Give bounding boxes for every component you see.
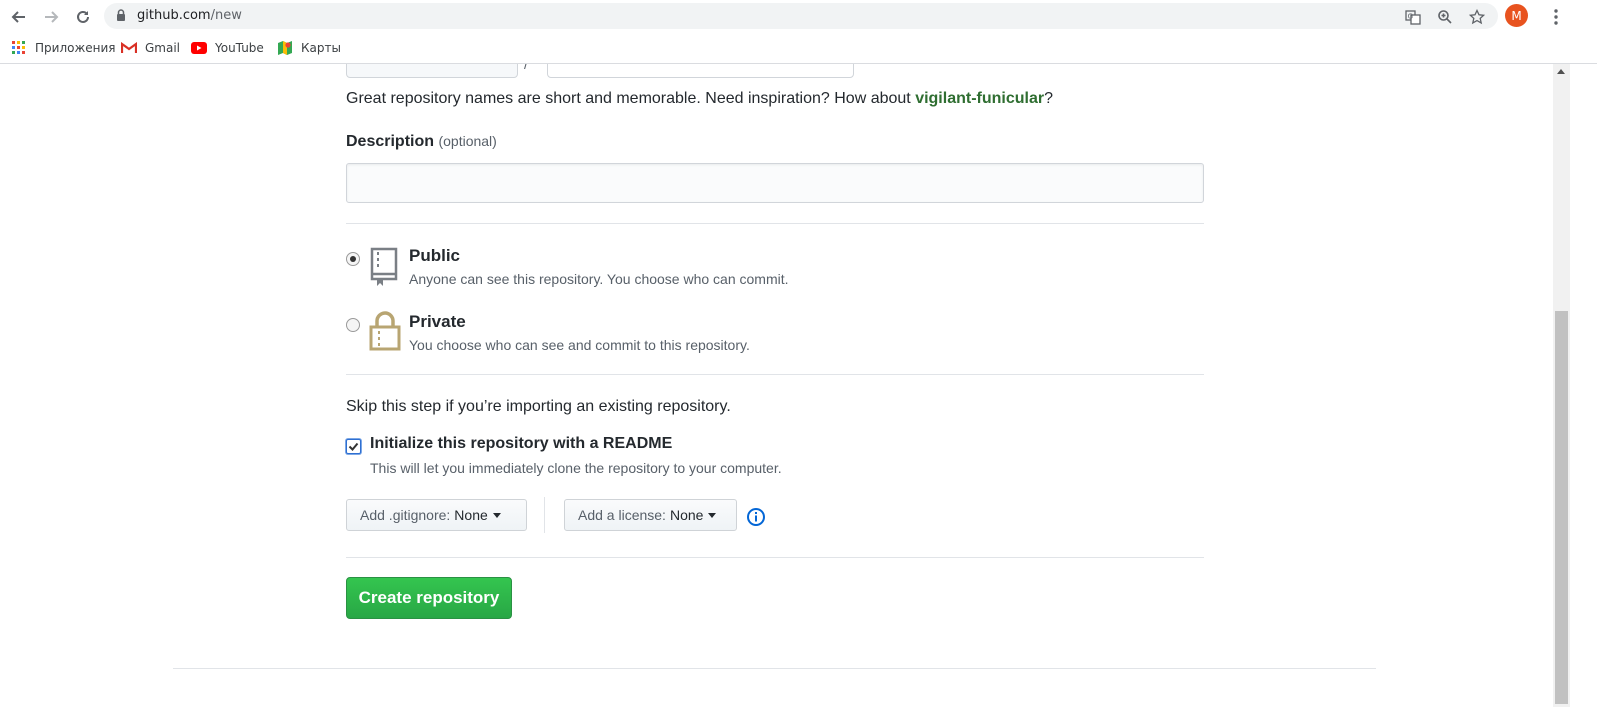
bookmark-label: Карты [301,41,341,55]
divider [346,557,1204,558]
svg-text:G: G [1408,13,1413,21]
description-label-text: Description [346,133,435,150]
owner-select[interactable] [346,64,518,78]
select-separator [544,497,545,533]
profile-initial: M [1511,8,1522,23]
private-title: Private [409,312,466,331]
url-host: github.com [137,8,211,23]
browser-toolbar: github.com/new G M [0,0,1597,33]
back-button[interactable] [8,6,30,28]
private-note: You choose who can see and commit to thi… [409,337,750,353]
browser-menu-button[interactable] [1546,7,1566,27]
bookmark-youtube[interactable]: YouTube [191,39,264,57]
repo-book-icon [370,247,398,286]
padlock-icon [369,311,401,351]
name-hint: Great repository names are short and mem… [346,90,1053,108]
info-icon[interactable] [746,507,766,527]
public-radio[interactable] [346,252,360,266]
more-vert-icon [1554,9,1558,25]
reload-button[interactable] [72,6,94,28]
bookmark-maps[interactable]: Карты [277,39,341,57]
gitignore-label: Add .gitignore: [360,507,451,523]
page-content: / Great repository names are short and m… [0,64,1553,707]
name-hint-suffix: ? [1044,90,1053,107]
bookmark-label: Gmail [145,41,181,55]
bookmark-gmail[interactable]: Gmail [121,39,180,57]
description-input[interactable] [346,163,1204,203]
readme-title[interactable]: Initialize this repository with a README [370,435,672,453]
caret-down-icon [708,512,717,518]
address-bar[interactable]: github.com/new G [104,3,1498,29]
youtube-icon [191,40,207,56]
gitignore-select[interactable]: Add .gitignore: None [346,499,527,531]
maps-icon [277,40,293,56]
page-scrollbar[interactable] [1553,64,1570,707]
forward-button[interactable] [40,6,62,28]
zoom-icon[interactable] [1436,8,1454,26]
footer-divider [173,668,1376,669]
readme-note: This will let you immediately clone the … [370,460,782,476]
create-repository-button[interactable]: Create repository [346,577,512,619]
optional-tag: (optional) [438,133,497,149]
public-title: Public [409,246,461,265]
lock-icon [117,9,125,21]
checkmark-icon [348,442,359,451]
translate-icon[interactable]: G [1404,8,1422,26]
name-hint-text: Great repository names are short and mem… [346,90,916,107]
caret-down-icon [492,512,501,518]
profile-avatar[interactable]: M [1505,4,1528,27]
apps-grid-icon [11,40,27,56]
license-value: None [669,507,704,523]
divider [346,223,1204,224]
gmail-icon [121,40,137,56]
address-url: github.com/new [137,8,242,23]
bookmarks-bar: Приложения Gmail YouTube Карты [0,33,1597,64]
arrow-left-icon [11,11,25,23]
readme-checkbox[interactable] [346,439,361,454]
license-select[interactable]: Add a license: None [564,499,737,531]
license-label: Add a license: [578,507,666,523]
bookmark-label: Приложения [35,41,116,55]
arrow-right-icon [45,11,59,23]
repository-name-input[interactable] [547,64,854,78]
bookmark-label: YouTube [215,41,264,55]
scroll-up-icon[interactable] [1557,69,1565,74]
owner-slash: / [524,64,528,72]
scrollbar-thumb[interactable] [1555,311,1568,704]
divider [346,374,1204,375]
reload-icon [77,10,89,23]
bookmark-apps[interactable]: Приложения [11,39,116,57]
url-path: /new [210,8,242,23]
name-suggestion-link[interactable]: vigilant-funicular [915,90,1044,107]
private-radio[interactable] [346,318,360,332]
skip-hint: Skip this step if you’re importing an ex… [346,398,731,415]
gitignore-value: None [454,507,488,523]
bookmark-star-icon[interactable] [1468,8,1486,26]
public-note: Anyone can see this repository. You choo… [409,271,789,287]
description-label: Description (optional) [346,133,497,151]
